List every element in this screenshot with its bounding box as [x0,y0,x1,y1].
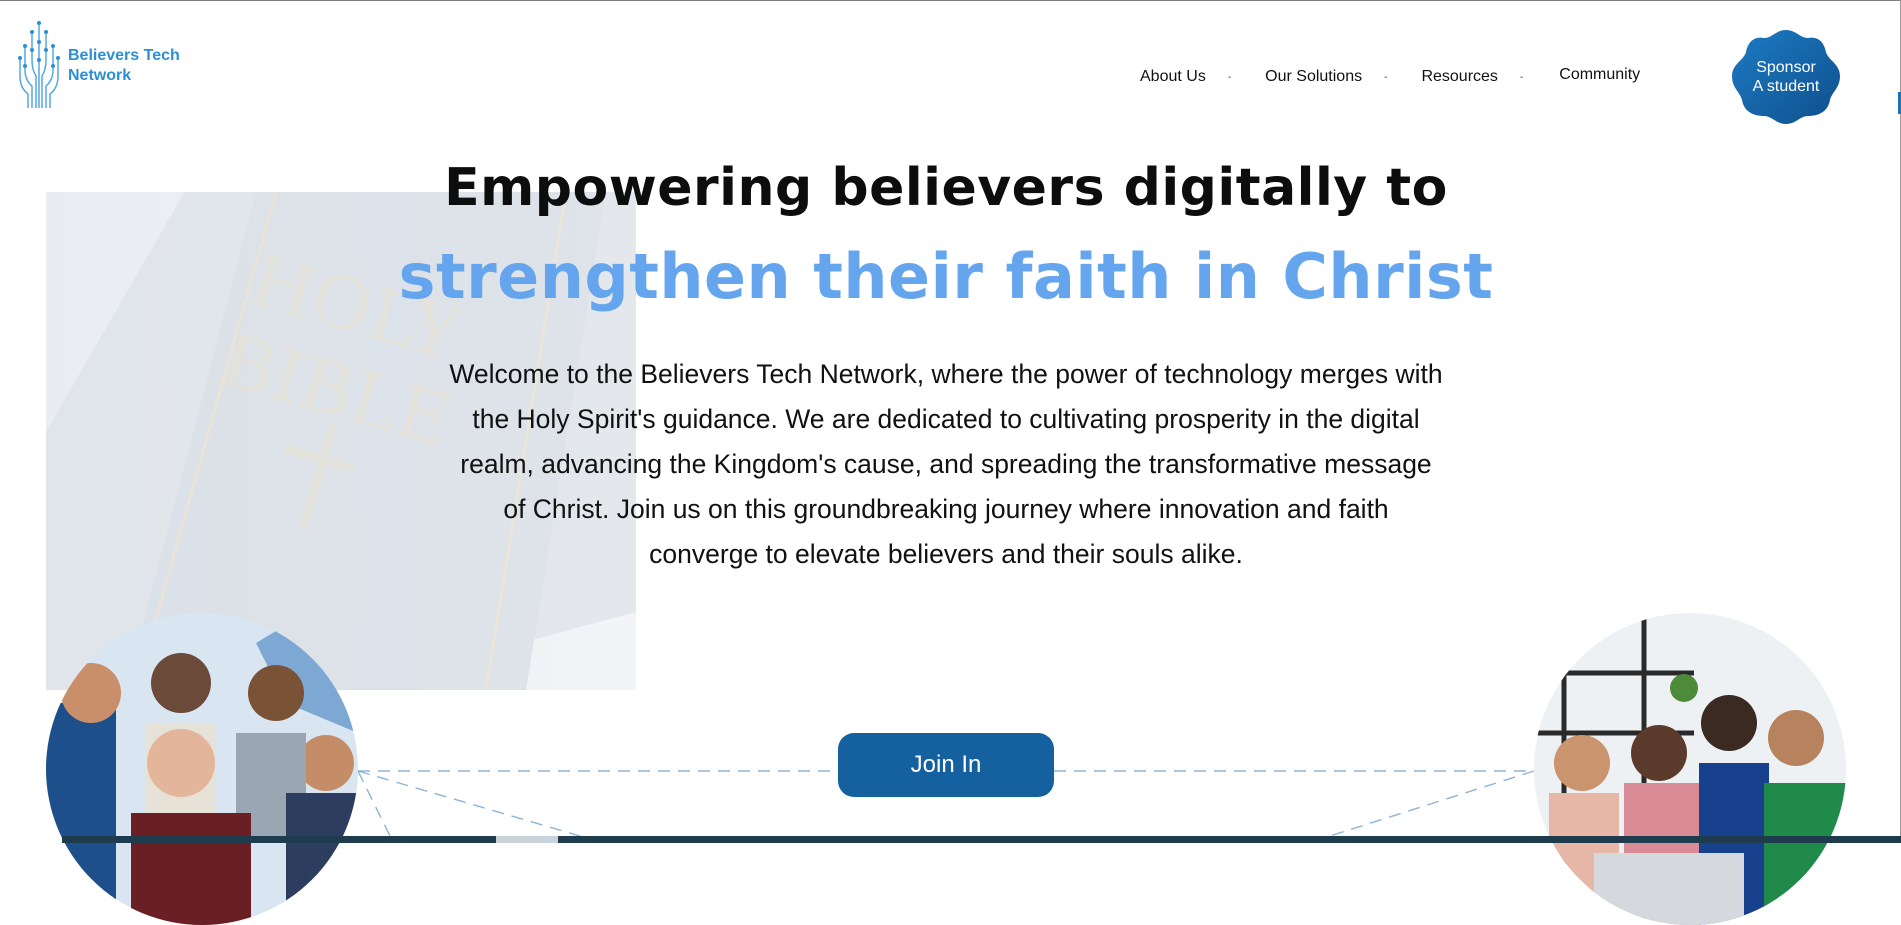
team-photo-left [46,613,358,925]
hero-headline-line1: Empowering believers digitally to [444,158,1448,218]
hero-intro-paragraph: Welcome to the Believers Tech Network, w… [449,359,1443,569]
horizontal-scrollbar-thumb[interactable] [496,836,558,843]
chevron-down-icon: - [1384,71,1388,83]
sponsor-line2: A student [1752,78,1820,95]
nav-item-resources[interactable]: Resources - [1421,68,1523,86]
team-photo-right [1534,613,1846,925]
brand-name-line1: Believers Tech [68,47,180,64]
join-in-button[interactable]: Join In [838,733,1054,797]
circuit-tree-icon [18,21,60,108]
sponsor-line1: Sponsor [1756,59,1816,76]
horizontal-scrollbar[interactable] [62,836,1901,843]
brand-name-line2: Network [68,67,132,84]
nav-label-resources: Resources [1421,68,1498,85]
nav-item-our-solutions[interactable]: Our Solutions - [1265,68,1387,86]
nav-label-our-solutions: Our Solutions [1265,68,1363,85]
brand-logo[interactable]: Believers Tech Network [18,20,180,112]
chevron-down-icon: - [1519,71,1524,83]
brand-name: Believers Tech Network [60,20,180,86]
window-top-border [0,0,1901,1]
nav-label-about-us: About Us [1140,68,1206,85]
hero-headline-line2: strengthen their faith in Christ [398,240,1494,313]
sponsor-student-button[interactable]: Sponsor A student [1728,28,1844,126]
chevron-down-icon: - [1227,71,1232,83]
main-navigation: About Us - Our Solutions - Resources - C… [1140,66,1640,86]
nav-item-about-us[interactable]: About Us - [1140,68,1231,86]
nav-item-community[interactable]: Community [1559,66,1640,84]
nav-label-community: Community [1559,66,1641,83]
sponsor-label: Sponsor A student [1728,58,1844,96]
